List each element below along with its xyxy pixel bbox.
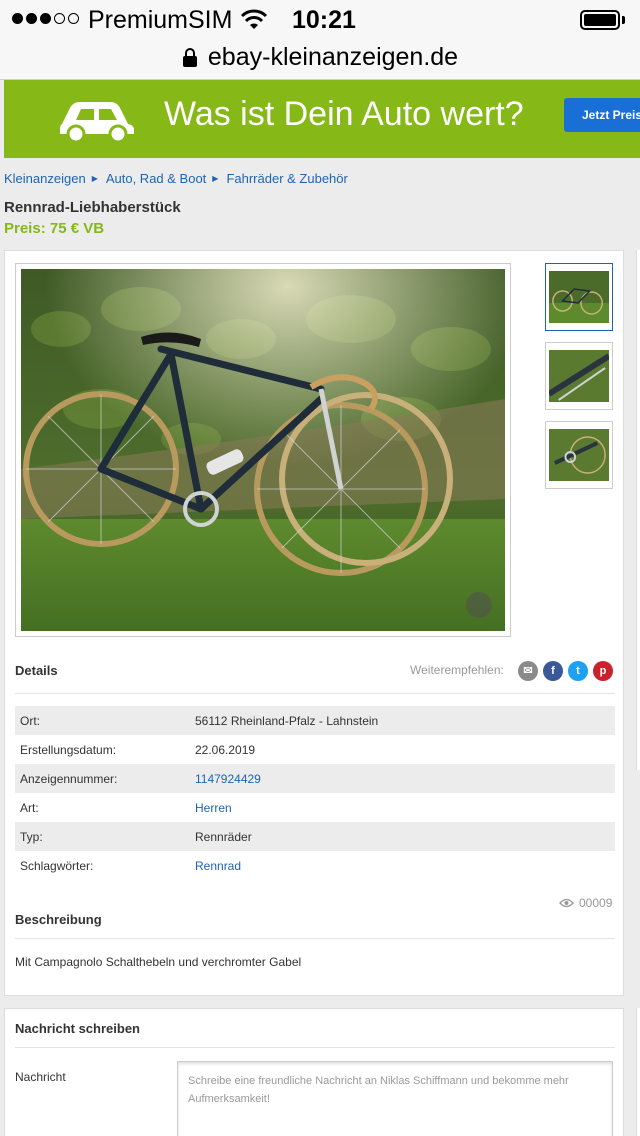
row-value: 56112 Rheinland-Pfalz - Lahnstein xyxy=(195,713,379,728)
table-row: Art: Herren xyxy=(15,793,615,822)
breadcrumb-arrow-icon: ▶ xyxy=(91,174,98,183)
wifi-icon xyxy=(240,9,268,29)
row-label: Typ: xyxy=(20,829,43,844)
pinterest-icon[interactable]: p xyxy=(593,661,613,681)
message-textarea[interactable] xyxy=(177,1061,613,1136)
view-count: 00009 xyxy=(579,896,613,910)
table-row: Erstellungsdatum: 22.06.2019 xyxy=(15,735,615,764)
table-row: Ort: 56112 Rheinland-Pfalz - Lahnstein xyxy=(15,706,615,735)
row-label: Schlagwörter: xyxy=(20,858,94,873)
message-label: Nachricht xyxy=(15,1070,66,1084)
divider xyxy=(15,938,615,939)
row-label: Ort: xyxy=(20,713,40,728)
bicycle-photo xyxy=(21,269,505,631)
banner-cta-button[interactable]: Jetzt Preis xyxy=(564,98,640,132)
row-label: Art: xyxy=(20,800,39,815)
tag-link[interactable]: Rennrad xyxy=(195,859,241,873)
eye-icon xyxy=(559,898,574,908)
row-value: 22.06.2019 xyxy=(195,742,256,757)
ad-number-link[interactable]: 1147924429 xyxy=(195,772,261,786)
thumbnail-image xyxy=(549,350,609,402)
adjacent-panel-edge xyxy=(636,250,640,770)
thumbnail-1[interactable] xyxy=(545,263,613,331)
row-label: Anzeigennummer: xyxy=(20,771,118,786)
car-icon xyxy=(60,102,134,142)
carrier-name: PremiumSIM xyxy=(88,6,233,34)
twitter-icon[interactable]: t xyxy=(568,661,588,681)
listing-title: Rennrad-Liebhaberstück xyxy=(4,199,181,216)
listing-card: Details Weiterempfehlen: ✉ f t p Ort: 56… xyxy=(4,250,624,996)
thumbnail-3[interactable] xyxy=(545,421,613,489)
share-label: Weiterempfehlen: xyxy=(410,663,504,677)
battery-icon xyxy=(580,10,620,30)
facebook-icon[interactable]: f xyxy=(543,661,563,681)
signal-strength-icon xyxy=(12,13,79,24)
table-row: Anzeigennummer: 1147924429 xyxy=(15,764,615,793)
adjacent-panel-edge xyxy=(636,1008,640,1136)
details-heading: Details xyxy=(15,663,58,678)
ad-banner[interactable]: Was ist Dein Auto wert? Jetzt Preis xyxy=(4,80,640,158)
table-row: Schlagwörter: Rennrad xyxy=(15,851,615,880)
url-text: ebay-kleinanzeigen.de xyxy=(207,42,459,71)
breadcrumb-arrow-icon: ▶ xyxy=(212,174,219,183)
address-bar[interactable]: ebay-kleinanzeigen.de xyxy=(0,40,640,74)
thumbnail-2[interactable] xyxy=(545,342,613,410)
breadcrumb-item-kleinanzeigen[interactable]: Kleinanzeigen xyxy=(4,171,86,186)
divider xyxy=(15,693,615,694)
zoom-icon[interactable] xyxy=(466,592,492,618)
status-bar: PremiumSIM 10:21 xyxy=(0,0,640,40)
category-link[interactable]: Herren xyxy=(195,801,232,815)
row-value: Rennräder xyxy=(195,829,252,844)
banner-headline: Was ist Dein Auto wert? xyxy=(164,95,524,133)
divider xyxy=(15,1047,615,1048)
row-label: Erstellungsdatum: xyxy=(20,742,117,757)
description-heading: Beschreibung xyxy=(15,912,102,927)
view-counter: 00009 xyxy=(559,896,612,910)
description-text: Mit Campagnolo Schalthebeln und verchrom… xyxy=(15,955,302,969)
thumbnail-image xyxy=(549,271,609,323)
breadcrumb: Kleinanzeigen ▶ Auto, Rad & Boot ▶ Fahrr… xyxy=(4,171,348,186)
message-card: Nachricht schreiben Nachricht xyxy=(4,1008,624,1136)
main-photo[interactable] xyxy=(15,263,511,637)
breadcrumb-item-fahrraeder-zubehoer[interactable]: Fahrräder & Zubehör xyxy=(226,171,347,186)
browser-top-bar: PremiumSIM 10:21 ebay-kleinanzeigen.de xyxy=(0,0,640,80)
breadcrumb-item-auto-rad-boot[interactable]: Auto, Rad & Boot xyxy=(106,171,206,186)
clock: 10:21 xyxy=(292,6,356,34)
message-heading: Nachricht schreiben xyxy=(15,1021,140,1036)
mail-icon[interactable]: ✉ xyxy=(518,661,538,681)
lock-icon xyxy=(182,48,197,67)
listing-price: Preis: 75 € VB xyxy=(4,220,105,237)
table-row: Typ: Rennräder xyxy=(15,822,615,851)
thumbnail-image xyxy=(549,429,609,481)
details-table: Ort: 56112 Rheinland-Pfalz - Lahnstein E… xyxy=(15,706,615,880)
